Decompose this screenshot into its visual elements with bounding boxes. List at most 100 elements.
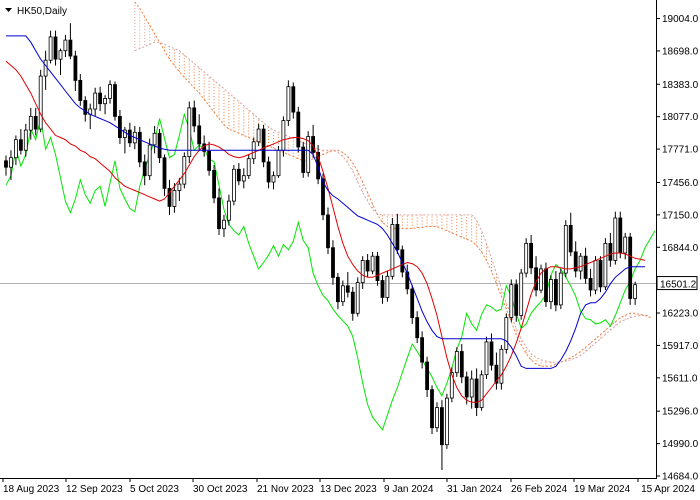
x-tick-label: 5 Oct 2023	[130, 484, 179, 495]
candle-body	[524, 242, 529, 274]
candle-body	[444, 397, 449, 446]
y-tick-label: 18698.0	[662, 46, 699, 57]
candle-body	[370, 255, 375, 272]
y-tick-label: 17771.0	[662, 145, 699, 156]
candle-body	[18, 139, 23, 151]
candle-body	[474, 378, 479, 409]
candle-body	[23, 129, 28, 151]
candle-body	[93, 92, 98, 110]
candle-body	[459, 351, 464, 378]
candle-body	[355, 282, 360, 314]
x-tick-label: 12 Sep 2023	[66, 484, 123, 495]
candle-body	[63, 39, 68, 52]
candle-body	[276, 149, 281, 177]
x-tick-label: 9 Jan 2024	[384, 484, 434, 495]
candle-body	[529, 242, 533, 269]
candle-body	[43, 59, 48, 77]
candle-body	[4, 160, 8, 168]
candle-body	[484, 341, 489, 376]
x-tick-label: 15 Apr 2024	[641, 484, 695, 495]
candle-body	[113, 84, 117, 117]
x-tick-label: 21 Nov 2023	[257, 484, 314, 495]
candle-body	[172, 190, 177, 207]
candle-body	[563, 224, 568, 274]
candle-body	[137, 131, 142, 163]
candle-body	[380, 280, 385, 298]
candle-body	[435, 407, 439, 429]
candle-body	[509, 284, 514, 318]
candle-body	[157, 132, 162, 159]
candle-body	[365, 259, 370, 272]
y-tick-label: 19004.0	[662, 14, 699, 25]
candle-body	[583, 255, 588, 279]
candle-body	[489, 341, 494, 366]
current-price-marker: 16501.2	[656, 276, 698, 291]
y-tick-label: 14684.0	[662, 472, 699, 483]
candle-body	[375, 255, 380, 282]
candle-body	[439, 407, 444, 446]
candle-body	[519, 272, 524, 316]
candle-body	[568, 224, 573, 253]
candle-body	[78, 80, 83, 101]
candle-body	[345, 285, 350, 293]
candle-body	[9, 157, 13, 168]
candle-body	[385, 275, 390, 298]
candle-body	[162, 157, 167, 189]
candle-body	[291, 86, 296, 113]
candle-body	[28, 116, 33, 131]
candle-body	[588, 277, 593, 291]
x-tick-label: 26 Feb 2024	[511, 484, 568, 495]
candle-body	[425, 361, 430, 391]
candle-body	[549, 279, 553, 303]
candle-body	[58, 50, 63, 60]
x-tick-label: 13 Dec 2023	[320, 484, 377, 495]
x-tick-label: 18 Aug 2023	[3, 484, 60, 495]
candle-body	[603, 242, 608, 288]
candle-body	[410, 288, 415, 319]
candle-body	[177, 183, 182, 191]
y-tick-label: 18077.0	[662, 112, 699, 123]
y-tick-label: 17150.0	[662, 210, 699, 221]
candle-body	[558, 272, 563, 306]
candle-body	[236, 168, 241, 182]
candle-body	[618, 217, 623, 254]
x-tick-label: 30 Oct 2023	[193, 484, 248, 495]
candle-body	[340, 285, 345, 303]
candle-body	[38, 75, 43, 130]
candle-body	[608, 242, 613, 261]
current-price-label: 16501.2	[660, 280, 697, 291]
candle-body	[98, 92, 102, 105]
y-tick-label: 17456.0	[662, 178, 699, 189]
candle-body	[554, 279, 558, 306]
x-axis-ticks: 18 Aug 2023 12 Sep 2023 5 Oct 2023 30 Oct 2…	[2, 478, 695, 495]
candle-body	[197, 125, 202, 145]
x-tick-label: 31 Jan 2024	[447, 484, 502, 495]
candle-body	[182, 156, 187, 185]
candle-body	[187, 107, 192, 158]
candle-body	[256, 128, 261, 143]
symbol-label: HK50,Daily	[17, 6, 67, 17]
candle-body	[420, 337, 425, 363]
candle-body	[217, 197, 221, 229]
y-tick-label: 16223.0	[662, 309, 699, 320]
candle-body	[623, 236, 628, 254]
candle-body	[479, 374, 484, 408]
chart: 19004.0 18698.0 18383.0 18077.0 17771.0 17456…	[0, 0, 699, 495]
candle-body	[335, 276, 340, 303]
candle-body	[395, 223, 400, 251]
y-axis-ticks: 19004.0 18698.0 18383.0 18077.0 17771.0 17456…	[656, 14, 699, 483]
candle-body	[499, 348, 504, 384]
candle-body	[454, 351, 459, 374]
candle-body	[103, 98, 107, 105]
candle-body	[127, 129, 132, 144]
candle-body	[593, 259, 598, 291]
candle-body	[246, 158, 251, 176]
candle-body	[261, 128, 266, 163]
candle-body	[271, 175, 276, 183]
candle-body	[118, 116, 122, 139]
candle-body	[360, 259, 365, 283]
candle-body	[415, 317, 420, 339]
candle-body	[68, 39, 73, 57]
candle-body	[296, 111, 301, 148]
y-tick-label: 15917.0	[662, 341, 699, 352]
